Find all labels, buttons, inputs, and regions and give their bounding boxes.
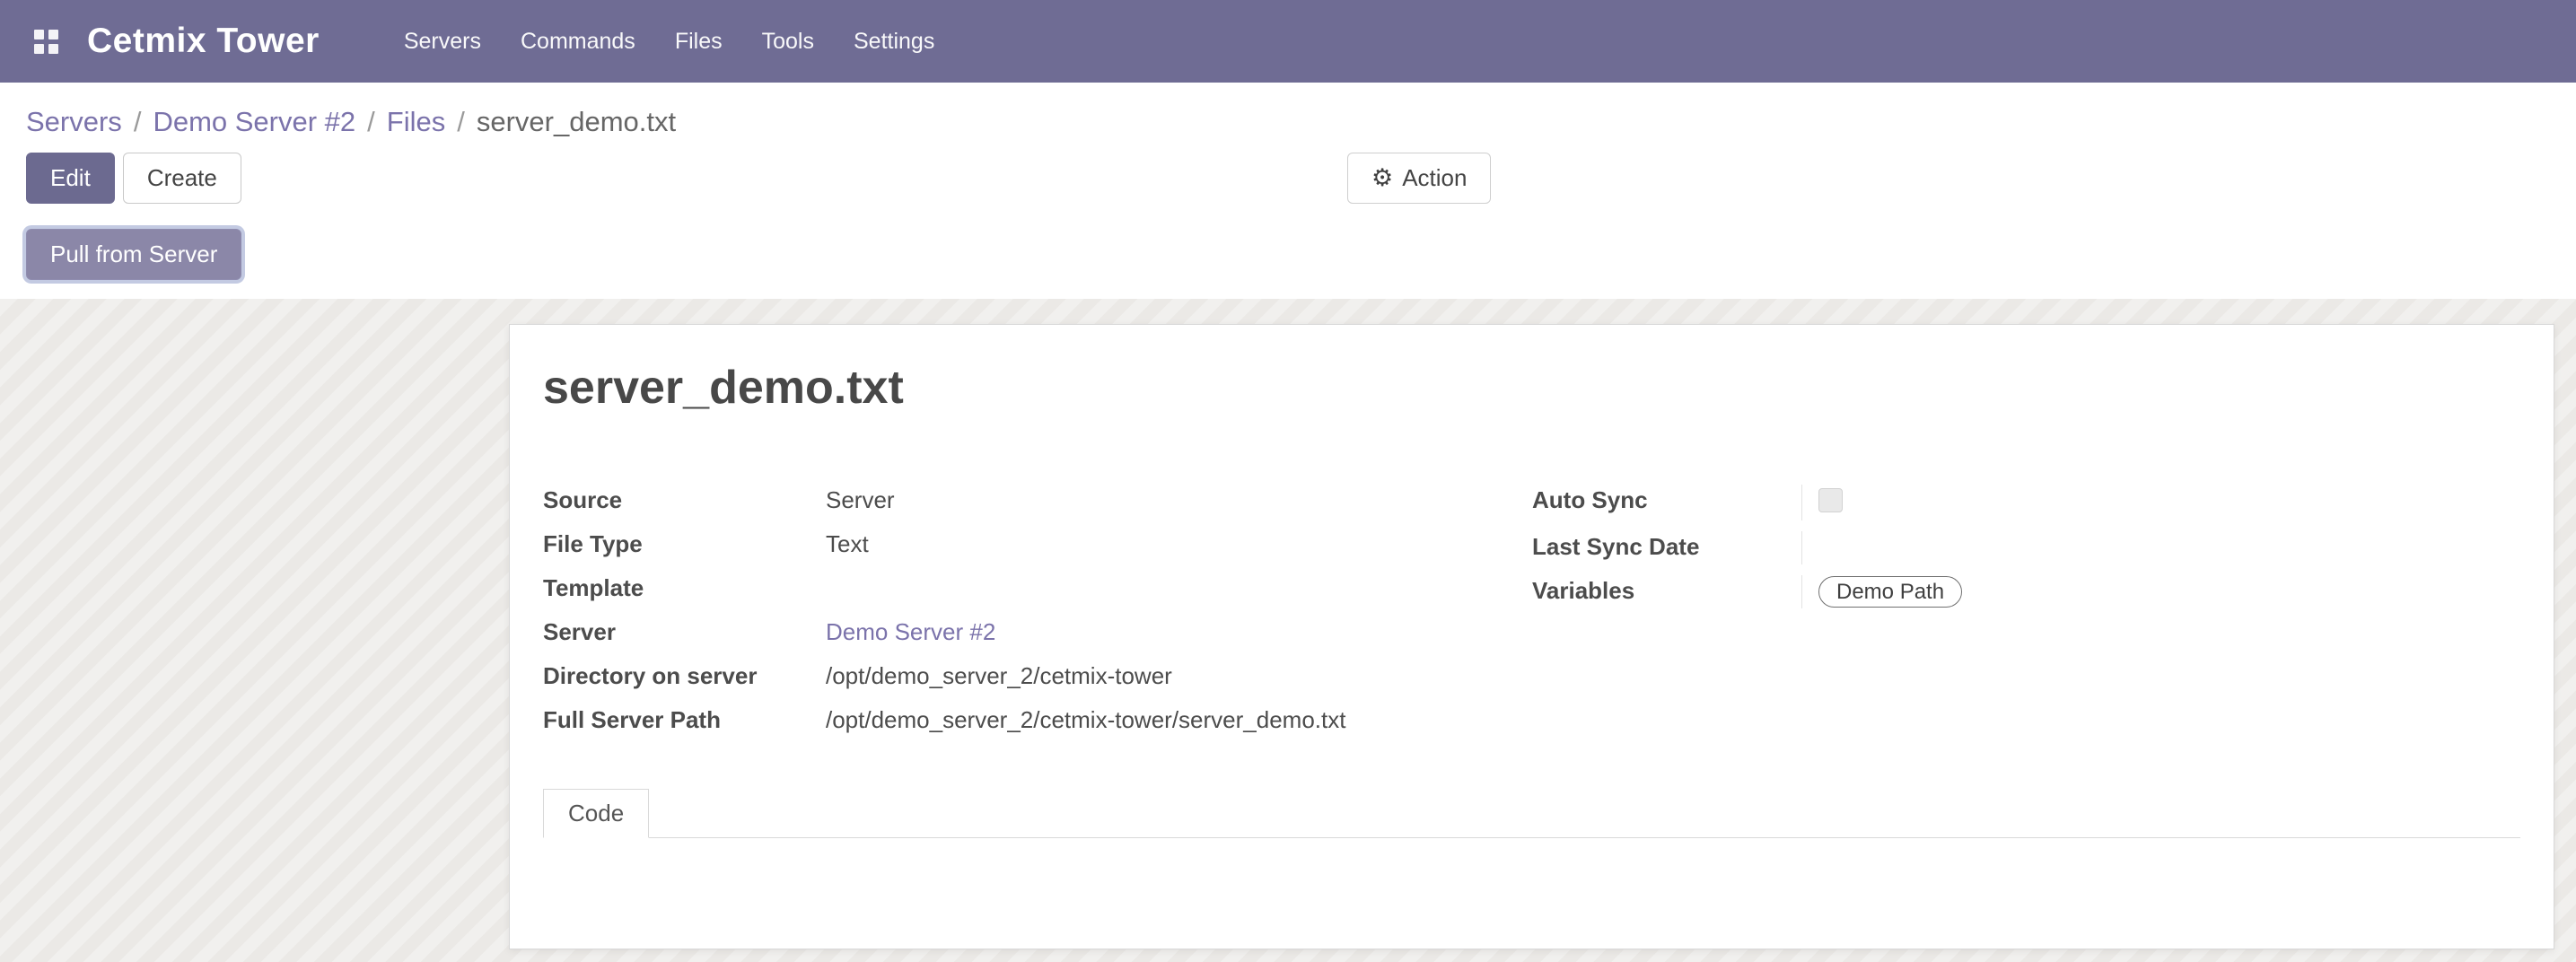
gear-icon: ⚙ [1371,166,1393,190]
menu-commands[interactable]: Commands [519,23,637,60]
menu-tools[interactable]: Tools [760,23,816,60]
action-label: Action [1402,153,1467,203]
field-value: /opt/demo_server_2/cetmix-tower/server_d… [826,704,1532,738]
top-navbar: Cetmix Tower Servers Commands Files Tool… [0,0,2576,83]
record-actions-row: Pull from Server [26,229,2550,280]
field-label: Template [543,573,826,606]
auto-sync-checkbox[interactable] [1818,488,1843,512]
field-row-full-path: Full Server Path /opt/demo_server_2/cetm… [543,699,1532,743]
field-label: Directory on server [543,660,826,694]
field-groups: Source Server File Type Text Template Se… [543,479,2520,743]
tab-code[interactable]: Code [543,789,649,838]
field-row-directory: Directory on server /opt/demo_server_2/c… [543,655,1532,699]
field-label: Variables [1532,575,1801,608]
field-value [826,573,1532,606]
screen: Cetmix Tower Servers Commands Files Tool… [0,0,2576,962]
create-button[interactable]: Create [123,153,241,204]
field-value: Text [826,529,1532,562]
action-button[interactable]: ⚙ Action [1347,153,1491,204]
field-row-auto-sync: Auto Sync [1532,479,2519,526]
edit-button[interactable]: Edit [26,153,115,204]
breadcrumb-current: server_demo.txt [477,106,676,137]
field-value: /opt/demo_server_2/cetmix-tower [826,660,1532,694]
app-brand[interactable]: Cetmix Tower [87,22,320,61]
field-row-file-type: File Type Text [543,523,1532,567]
field-group-left: Source Server File Type Text Template Se… [543,479,1532,743]
field-label: Server [543,617,826,650]
control-panel: Servers / Demo Server #2 / Files / server_demo… [0,83,2576,299]
server-link[interactable]: Demo Server #2 [826,618,995,645]
notebook-tabs: Code [543,789,2520,838]
menu-settings[interactable]: Settings [852,23,936,60]
button-row: Edit Create ⚙ Action [26,153,2550,204]
field-row-last-sync: Last Sync Date [1532,526,2519,570]
field-row-server: Server Demo Server #2 [543,611,1532,655]
form-sheet: server_demo.txt Source Server File Type … [509,324,2554,949]
field-value: Demo Path [1801,575,2519,608]
field-value [1801,531,2519,564]
apps-grid-icon[interactable] [25,21,67,63]
record-title: server_demo.txt [543,361,2520,415]
pull-from-server-button[interactable]: Pull from Server [26,229,241,280]
field-label: Full Server Path [543,704,826,738]
breadcrumb-servers[interactable]: Servers [26,106,122,137]
notebook: Code [543,789,2520,940]
breadcrumb: Servers / Demo Server #2 / Files / server_demo… [26,104,2550,140]
breadcrumb-separator: / [457,106,465,137]
field-row-template: Template [543,567,1532,611]
field-row-source: Source Server [543,479,1532,523]
breadcrumb-files[interactable]: Files [387,106,445,137]
menu-servers[interactable]: Servers [402,23,483,60]
field-label: Last Sync Date [1532,531,1801,564]
content-area: server_demo.txt Source Server File Type … [0,299,2576,962]
field-group-right: Auto Sync Last Sync Date Variables Demo … [1532,479,2519,743]
breadcrumb-separator: / [134,106,142,137]
field-value: Server [826,485,1532,518]
tab-code-page [543,838,2520,940]
menu-files[interactable]: Files [673,23,724,60]
field-label: Auto Sync [1532,485,1801,520]
field-label: Source [543,485,826,518]
field-value: Demo Server #2 [826,617,1532,650]
field-label: File Type [543,529,826,562]
main-menu: Servers Commands Files Tools Settings [402,23,936,60]
field-row-variables: Variables Demo Path [1532,570,2519,614]
variable-tag: Demo Path [1818,576,1962,608]
breadcrumb-separator: / [367,106,375,137]
breadcrumb-demo-server[interactable]: Demo Server #2 [153,106,355,137]
field-value [1801,485,2519,520]
